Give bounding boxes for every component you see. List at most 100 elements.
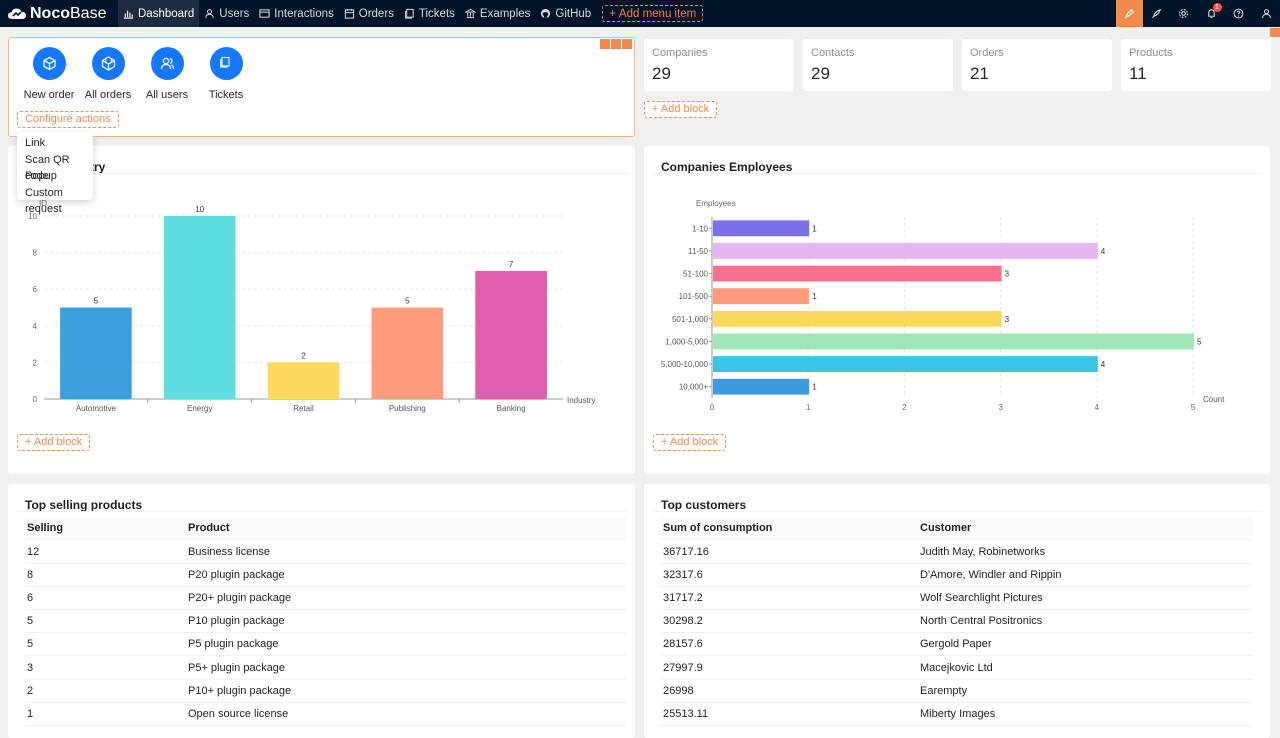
plugin-manager-button[interactable] [1143,0,1171,27]
bar-retail[interactable] [267,362,340,399]
help-button[interactable] [1225,0,1253,27]
table-row[interactable]: 5 P10 plugin package [25,610,626,634]
column-header[interactable]: Selling [27,517,63,540]
table-row[interactable]: 28157.6 Gergold Paper [661,633,1253,657]
data-label: 5 [405,297,410,306]
page-settings-icon[interactable] [1270,28,1280,37]
dropdown-item-scan-qr-code[interactable]: Scan QR code [17,152,93,183]
dropdown-item-link[interactable]: Link [17,135,93,152]
add-block-button[interactable]: + Add block [644,101,718,118]
table-row[interactable]: 36717.16 Judith May, Robinetworks [661,541,1253,564]
bar-101-500[interactable] [713,288,810,305]
bar-51-100[interactable] [713,265,1002,282]
column-header[interactable]: Sum of consumption [663,517,772,540]
table-cell: Gergold Paper [920,638,992,651]
menu-item-dashboard[interactable]: Dashboard [118,0,200,27]
table-row[interactable]: 12 Business license [25,541,626,564]
add-block-button[interactable]: + Add block [17,434,91,451]
menu-item-github[interactable]: GitHub [535,0,596,27]
table-row[interactable]: 30298.2 North Central Positronics [661,610,1253,634]
bar-1-000-5-000[interactable] [713,333,1194,350]
table-row[interactable]: 3 P5+ plugin package [25,657,626,680]
bar-1-10[interactable] [713,220,810,237]
menu-item-orders[interactable]: Orders [339,0,399,27]
table-row[interactable]: 1 Open source license [25,703,626,726]
block-toolbar [600,39,632,49]
dropdown-item-popup[interactable]: Popup [17,168,93,185]
x-tick-label: 5 [1191,403,1196,412]
table-cell: 1 [27,707,34,720]
configure-actions-button[interactable]: Configure actions [17,111,119,128]
x-tick-label: 3 [998,403,1003,412]
table-row[interactable]: 26998 Earempty [661,680,1253,703]
action-icon-circle [32,47,66,80]
action-panel-block: New order All orders All users Tickets Conf… [8,37,635,137]
column-header[interactable]: Product [188,517,230,540]
stat-value: 29 [811,64,830,83]
menu-item-label: Dashboard [138,7,195,20]
menu-icon[interactable] [622,39,632,49]
copy-icon [405,8,414,19]
user-menu-button[interactable] [1253,0,1280,27]
menu-item-interactions[interactable]: Interactions [254,0,338,27]
table-cell: 12 [27,546,40,558]
bar-banking[interactable] [475,270,547,399]
top-selling-products-block: Top selling products Selling Product 12 Bus… [8,484,635,738]
bar-11-50[interactable] [713,243,1098,259]
codesandbox-icon [101,56,115,71]
notifications-button[interactable]: 1 [1198,0,1226,27]
ui-editor-button[interactable] [1115,0,1143,27]
x-axis-label: Count [1203,395,1225,404]
table-row[interactable]: 2 P10+ plugin package [25,680,626,703]
app-logo[interactable]: NocoBase [0,0,118,27]
question-circle-icon [1233,8,1244,19]
table-cell: 5 [27,615,34,628]
table-cell: 32317.6 [663,569,703,582]
table-cell: P20+ plugin package [188,592,292,605]
menu-item-users[interactable]: Users [199,0,254,27]
bar-5-000-10-000[interactable] [713,356,1098,372]
bar-501-1-000[interactable] [713,310,1002,327]
add-block-button[interactable]: + Add block [653,434,727,451]
bar-automotive[interactable] [60,307,132,400]
menu-item-tickets[interactable]: Tickets [399,0,460,27]
stat-value: 21 [970,64,989,83]
table-cell: 6 [27,592,34,605]
employees-chart-block: Companies Employees Employees 0 1 2 3 4 5 1 1-10… [644,146,1270,474]
settings-button[interactable] [1170,0,1198,27]
table-cell: P5+ plugin package [188,661,285,674]
table-row[interactable]: 31717.2 Wolf Searchlight Pictures [661,587,1253,611]
x-tick-label: 1 [806,403,811,412]
dropdown-item-custom-request[interactable]: Custom request [17,185,93,216]
stat-value: 11 [1129,64,1147,83]
table-cell: P10+ plugin package [188,684,292,697]
table-title: Top customers [661,498,747,512]
table-row[interactable]: 6 P20+ plugin package [25,587,626,611]
drag-icon[interactable] [600,39,610,49]
users-icon [160,57,174,70]
column-header[interactable]: Customer [920,517,971,540]
action-tickets[interactable]: Tickets [198,47,254,101]
table-cell: 8 [27,569,34,582]
add-icon[interactable] [611,39,621,49]
action-new-order[interactable]: New order [21,47,77,101]
table-cell: P5 plugin package [188,638,279,651]
table-row[interactable]: 8 P20 plugin package [25,564,626,588]
table-row[interactable]: 5 P5 plugin package [25,633,626,657]
action-all-users[interactable]: All users [139,47,195,101]
menu-item-examples[interactable]: Examples [460,0,536,27]
notification-badge: 1 [1212,3,1222,12]
bar-publishing[interactable] [371,307,444,400]
y-tick-label: 8 [33,249,38,258]
table-row[interactable]: 32317.6 D'Amore, Windler and Rippin [661,564,1253,588]
add-menu-item-button[interactable]: + Add menu item [602,5,704,22]
bar-energy[interactable] [163,216,236,399]
action-all-orders[interactable]: All orders [80,47,136,101]
bar-10-000-[interactable] [713,378,810,395]
table-row[interactable]: 25513.11 Miberty Images [661,703,1253,726]
data-label: 3 [1005,315,1010,324]
table-row[interactable]: 27997.9 Macejkovic Ltd [661,657,1253,680]
table-cell: 3 [27,661,34,674]
divider [16,511,627,512]
data-label: 3 [1005,270,1010,279]
